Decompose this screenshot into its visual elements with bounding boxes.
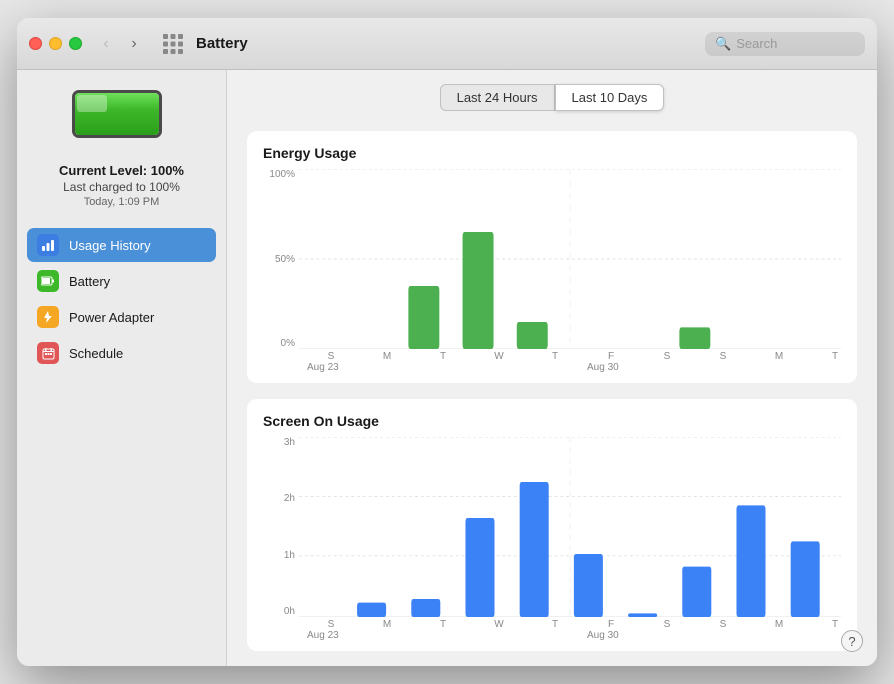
window-title: Battery	[196, 35, 705, 52]
sidebar-item-power-adapter[interactable]: Power Adapter	[27, 300, 216, 334]
sidebar-item-schedule[interactable]: Schedule	[27, 336, 216, 370]
s-day-t2: T	[527, 619, 583, 630]
sidebar: Current Level: 100% Last charged to 100%…	[17, 70, 227, 666]
energy-chart-card: Energy Usage 100% 50% 0%	[247, 131, 857, 383]
sidebar-item-usage-history[interactable]: Usage History	[27, 228, 216, 262]
e-day-f: F	[583, 351, 639, 362]
sidebar-item-battery[interactable]: Battery	[27, 264, 216, 298]
s-day-f: F	[583, 619, 639, 630]
main-window: ‹ › Battery 🔍	[17, 18, 877, 666]
s-day-t3: T	[807, 619, 863, 630]
s-day-s2: S	[639, 619, 695, 630]
maximize-button[interactable]	[69, 37, 82, 50]
schedule-label: Schedule	[69, 346, 123, 361]
battery-charged: Last charged to 100%	[59, 180, 184, 194]
e-day-m2: M	[751, 351, 807, 362]
battery-icon	[72, 90, 172, 145]
e-week2-label: Aug 30	[583, 362, 619, 373]
search-bar[interactable]: 🔍	[705, 32, 865, 56]
s-day-s1: S	[303, 619, 359, 630]
s-day-m2: M	[751, 619, 807, 630]
screen-y-3h: 3h	[284, 437, 295, 448]
screen-chart-svg	[299, 437, 841, 617]
power-icon	[37, 306, 59, 328]
e-day-m1: M	[359, 351, 415, 362]
energy-chart-svg	[299, 169, 841, 349]
s-day-m1: M	[359, 619, 415, 630]
sidebar-nav: Usage History Battery	[27, 228, 216, 370]
tab-last-24h[interactable]: Last 24 Hours	[440, 84, 555, 111]
energy-x-labels: S M T W T Aug 23	[263, 351, 841, 373]
battery-icon-small	[37, 270, 59, 292]
screen-y-2h: 2h	[284, 493, 295, 504]
tabs-row: Last 24 Hours Last 10 Days	[227, 70, 877, 121]
help-button[interactable]: ?	[841, 630, 863, 652]
e-day-s2: S	[639, 351, 695, 362]
energy-bar-4	[463, 232, 494, 349]
energy-bar-3	[408, 286, 439, 349]
help-icon: ?	[848, 634, 855, 649]
screen-chart-title: Screen On Usage	[263, 413, 841, 429]
back-button[interactable]: ‹	[94, 32, 118, 56]
charts-area: Energy Usage 100% 50% 0%	[227, 121, 877, 666]
e-day-w: W	[471, 351, 527, 362]
content-area: Current Level: 100% Last charged to 100%…	[17, 70, 877, 666]
screen-y-1h: 1h	[284, 550, 295, 561]
battery-time: Today, 1:09 PM	[59, 196, 184, 208]
energy-y-0: 0%	[281, 338, 295, 349]
s-day-s3: S	[695, 619, 751, 630]
nav-buttons: ‹ ›	[94, 32, 146, 56]
e-day-s3: S	[695, 351, 751, 362]
battery-shine	[77, 95, 107, 112]
main-content: Last 24 Hours Last 10 Days Energy Usage …	[227, 70, 877, 666]
titlebar: ‹ › Battery 🔍	[17, 18, 877, 70]
e-day-t1: T	[415, 351, 471, 362]
energy-bar-5	[517, 322, 548, 349]
screen-chart-inner: 3h 2h 1h 0h	[263, 437, 841, 641]
screen-chart-card: Screen On Usage 3h 2h 1h 0h	[247, 399, 857, 651]
battery-level: Current Level: 100%	[59, 163, 184, 178]
s-week1-label: Aug 23	[303, 630, 339, 641]
forward-button[interactable]: ›	[122, 32, 146, 56]
battery-label: Battery	[69, 274, 110, 289]
screen-x-labels: S M T W T Aug 23	[263, 619, 841, 641]
energy-chart-inner: 100% 50% 0%	[263, 169, 841, 373]
usage-history-label: Usage History	[69, 238, 151, 253]
s-day-w: W	[471, 619, 527, 630]
close-button[interactable]	[29, 37, 42, 50]
power-adapter-label: Power Adapter	[69, 310, 154, 325]
screen-y-0h: 0h	[284, 606, 295, 617]
search-icon: 🔍	[715, 36, 731, 52]
e-day-t2: T	[527, 351, 583, 362]
search-input[interactable]	[736, 36, 855, 51]
battery-info: Current Level: 100% Last charged to 100%…	[59, 163, 184, 208]
energy-y-100: 100%	[269, 169, 295, 180]
usage-history-icon	[37, 234, 59, 256]
energy-chart-title: Energy Usage	[263, 145, 841, 161]
e-day-s1: S	[303, 351, 359, 362]
s-week2-label: Aug 30	[583, 630, 619, 641]
battery-body	[72, 90, 162, 138]
schedule-icon	[37, 342, 59, 364]
traffic-lights	[29, 37, 82, 50]
energy-bar-8	[679, 327, 710, 349]
s-day-t1: T	[415, 619, 471, 630]
e-week1-label: Aug 23	[303, 362, 339, 373]
tab-last-10d[interactable]: Last 10 Days	[555, 84, 665, 111]
energy-y-50: 50%	[275, 254, 295, 265]
minimize-button[interactable]	[49, 37, 62, 50]
e-day-t3: T	[807, 351, 863, 362]
battery-visual	[72, 90, 172, 145]
app-grid-icon[interactable]	[158, 29, 188, 59]
